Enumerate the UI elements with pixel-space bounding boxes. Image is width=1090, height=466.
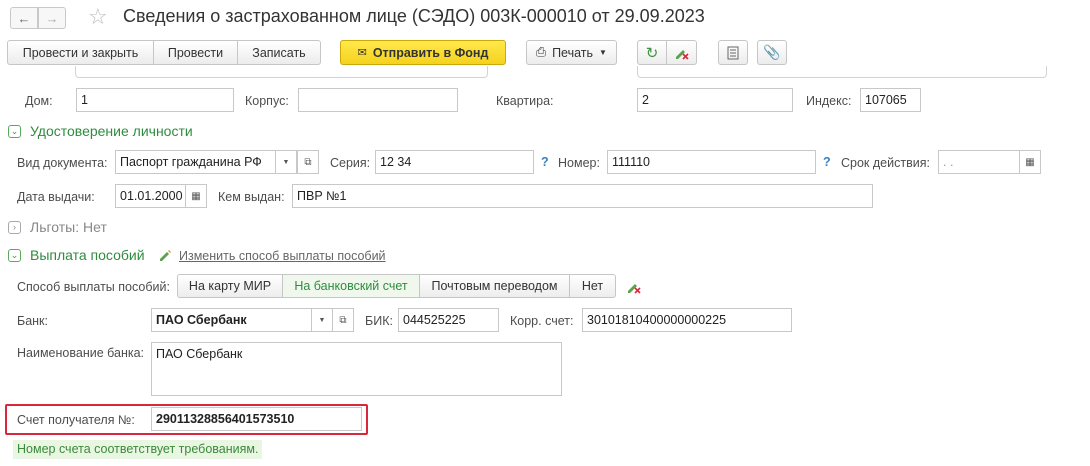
printer-icon: ⎙ [536, 45, 547, 59]
account-validation-status: Номер счета соответствует требованиям. [13, 440, 263, 459]
house-label: Дом: [25, 94, 53, 108]
post-and-close-button[interactable]: Провести и закрыть [7, 40, 154, 65]
payment-collapse-toggle[interactable]: ⌄ [8, 249, 21, 262]
pencil-clear-icon [675, 49, 689, 60]
number-help-icon[interactable]: ? [823, 155, 831, 169]
doc-type-input[interactable]: Паспорт гражданина РФ [115, 150, 276, 174]
corr-account-label: Корр. счет: [510, 314, 574, 328]
print-dropdown[interactable]: ⎙ Печать ▼ [526, 40, 617, 65]
caret-down-icon: ▼ [282, 158, 290, 166]
building-label: Корпус: [245, 94, 289, 108]
page-title: Сведения о застрахованном лице (СЭДО) 00… [123, 6, 705, 26]
method-bank-account[interactable]: На банковский счет [282, 274, 420, 298]
issue-date-input[interactable]: 01.01.2000 [115, 184, 186, 208]
change-payment-method-link[interactable]: Изменить способ выплаты пособий [179, 249, 386, 263]
validity-input[interactable]: . . [938, 150, 1020, 174]
account-label: Счет получателя №: [17, 413, 135, 427]
edit-pencil-icon [158, 248, 172, 265]
bank-name-label: Наименование банка: [17, 346, 145, 360]
series-label: Серия: [330, 156, 371, 170]
back-button[interactable]: ← [10, 7, 38, 29]
arrow-left-icon: ← [17, 10, 31, 26]
refresh-icon: ↻ [645, 44, 659, 62]
caret-down-icon: ▼ [318, 316, 326, 324]
issued-by-label: Кем выдан: [218, 190, 285, 204]
chevron-right-icon: › [13, 222, 16, 232]
paperclip-icon: 📎 [763, 44, 781, 60]
calendar-icon: ▦ [191, 190, 201, 202]
clear-button[interactable] [666, 40, 697, 65]
favorite-star-icon[interactable]: ☆ [88, 5, 108, 29]
validity-calendar-button[interactable]: ▦ [1019, 150, 1041, 174]
send-to-fund-label: Отправить в Фонд [372, 45, 489, 60]
issued-by-input[interactable]: ПВР №1 [292, 184, 873, 208]
account-input[interactable]: 29011328856401573510 [151, 407, 362, 431]
save-button[interactable]: Записать [237, 40, 321, 65]
bik-label: БИК: [365, 314, 393, 328]
identity-section-title[interactable]: Удостоверение личности [30, 123, 193, 139]
caret-down-icon: ▼ [599, 48, 607, 57]
method-none[interactable]: Нет [569, 274, 616, 298]
house-input[interactable]: 1 [76, 88, 234, 112]
issue-date-calendar-button[interactable]: ▦ [185, 184, 207, 208]
number-label: Номер: [558, 156, 600, 170]
index-input[interactable]: 107065 [860, 88, 921, 112]
arrow-right-icon: → [45, 10, 59, 26]
post-button[interactable]: Провести [153, 40, 238, 65]
number-input[interactable]: 111110 [607, 150, 816, 174]
send-icon: ✉ [357, 47, 367, 59]
list-button[interactable] [718, 40, 748, 65]
bank-label: Банк: [17, 314, 48, 328]
calendar-icon: ▦ [1025, 156, 1035, 168]
print-label: Печать [552, 45, 594, 60]
bank-dropdown-button[interactable]: ▼ [311, 308, 333, 332]
doc-type-label: Вид документа: [17, 156, 108, 170]
identity-collapse-toggle[interactable]: ⌄ [8, 125, 21, 138]
document-list-icon [727, 46, 739, 59]
payment-section-title[interactable]: Выплата пособий [30, 247, 145, 263]
apartment-input[interactable]: 2 [637, 88, 793, 112]
method-mir-card[interactable]: На карту МИР [177, 274, 283, 298]
doc-type-open-button[interactable]: ⧉ [297, 150, 319, 174]
index-label: Индекс: [806, 94, 852, 108]
send-to-fund-button[interactable]: ✉ Отправить в Фонд [340, 40, 506, 65]
benefits-expand-toggle[interactable]: › [8, 221, 21, 234]
bik-input[interactable]: 044525225 [398, 308, 499, 332]
attach-button[interactable]: 📎 [757, 40, 787, 65]
payment-method-label: Способ выплаты пособий: [17, 280, 170, 294]
series-help-icon[interactable]: ? [541, 155, 549, 169]
open-window-icon: ⧉ [304, 156, 312, 168]
apartment-label: Квартира: [496, 94, 554, 108]
bank-input[interactable]: ПАО Сбербанк [151, 308, 312, 332]
benefits-section-title[interactable]: Льготы: Нет [30, 219, 107, 235]
doc-type-dropdown-button[interactable]: ▼ [275, 150, 297, 174]
corr-account-input[interactable]: 30101810400000000225 [582, 308, 792, 332]
chevron-down-icon: ⌄ [10, 126, 19, 136]
chevron-down-icon: ⌄ [10, 250, 19, 260]
building-input[interactable] [298, 88, 458, 112]
bank-name-textarea[interactable]: ПАО Сбербанк [151, 342, 562, 396]
validity-label: Срок действия: [841, 156, 930, 170]
scrolled-field-left [75, 66, 488, 78]
forward-button[interactable]: → [38, 7, 66, 29]
bank-open-button[interactable]: ⧉ [332, 308, 354, 332]
series-input[interactable]: 12 34 [375, 150, 534, 174]
clear-method-icon[interactable] [626, 279, 642, 298]
issue-date-label: Дата выдачи: [17, 190, 95, 204]
open-window-icon: ⧉ [339, 314, 347, 326]
refresh-button[interactable]: ↻ [637, 40, 667, 65]
scrolled-field-right [637, 66, 1047, 78]
method-postal-transfer[interactable]: Почтовым переводом [419, 274, 570, 298]
